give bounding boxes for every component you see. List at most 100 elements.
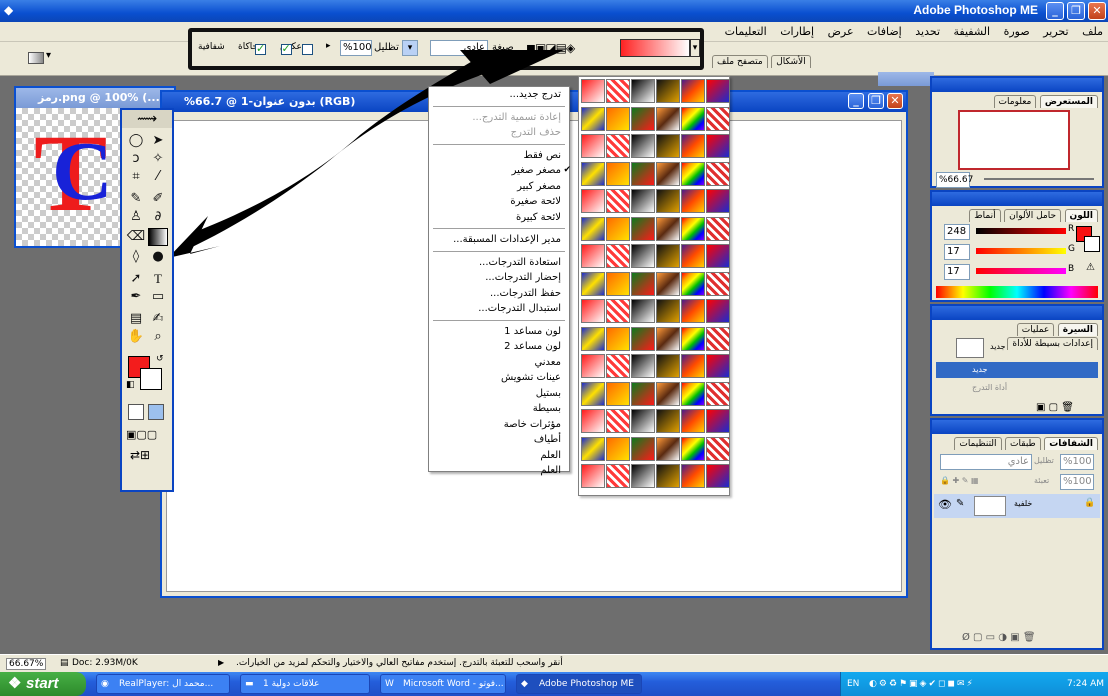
status-zoom[interactable]: 66.67% xyxy=(6,658,47,670)
gradient-swatch[interactable] xyxy=(606,216,630,241)
menu-edit[interactable]: تحرير xyxy=(1038,23,1073,40)
gradient-swatch[interactable] xyxy=(706,299,730,323)
gradient-menu-item[interactable]: بسيطة xyxy=(429,401,569,417)
gradient-swatch[interactable] xyxy=(631,354,655,378)
gradient-swatch[interactable] xyxy=(681,326,705,351)
b-value-input[interactable]: 17 xyxy=(944,264,970,280)
default-colors-icon[interactable]: ◧ xyxy=(126,380,135,390)
gradient-swatch[interactable] xyxy=(706,106,730,131)
gradient-swatch[interactable] xyxy=(606,189,630,213)
gradient-menu-item[interactable]: تدرج جديد... xyxy=(429,87,569,103)
gradient-swatch[interactable] xyxy=(681,354,705,378)
gradient-swatch[interactable] xyxy=(631,79,655,103)
document-title-bar[interactable]: رمز.png @ 100% (... xyxy=(16,88,174,108)
crop-icon[interactable]: ⌗ xyxy=(126,168,146,186)
gradient-swatch[interactable] xyxy=(606,106,630,131)
tab-layers[interactable]: الشفافات xyxy=(1044,437,1098,450)
r-value-input[interactable]: 248 xyxy=(944,224,970,240)
gradient-swatch[interactable] xyxy=(681,189,705,213)
gradient-swatch[interactable] xyxy=(581,161,605,186)
gradient-swatch[interactable] xyxy=(681,106,705,131)
gradient-swatch[interactable] xyxy=(681,299,705,323)
zoom-icon[interactable]: ⌕ xyxy=(148,328,168,346)
gradient-swatch[interactable] xyxy=(631,244,655,268)
gradient-swatch[interactable] xyxy=(706,326,730,351)
history-titlebar[interactable] xyxy=(932,306,1102,320)
gradient-swatch[interactable] xyxy=(656,189,680,213)
gradient-swatch[interactable] xyxy=(681,381,705,406)
eyedropper-icon[interactable]: ✍ xyxy=(148,310,168,328)
gradient-tool-icon[interactable] xyxy=(148,228,168,246)
tab-tool-presets[interactable]: إعدادات بسيطة للأداة xyxy=(1007,337,1098,350)
gradient-swatch[interactable] xyxy=(631,409,655,433)
history-footer-icons[interactable]: ▣ ▢ 🗑 xyxy=(1036,402,1074,413)
gradient-swatch[interactable] xyxy=(706,464,730,488)
path-selection-icon[interactable]: ➚ xyxy=(126,270,146,288)
gradient-menu-item[interactable]: عينات تشويش xyxy=(429,370,569,386)
gradient-swatch[interactable] xyxy=(706,134,730,158)
tab-info[interactable]: معلومات xyxy=(993,95,1037,108)
gradient-swatch[interactable] xyxy=(631,161,655,186)
history-item-gradient[interactable]: أداة التدرج xyxy=(936,380,1098,396)
gradient-swatch[interactable] xyxy=(581,106,605,131)
task-folder[interactable]: ▬ علاقات دولية 1 xyxy=(240,674,370,694)
menu-window[interactable]: إطارات xyxy=(775,23,819,40)
pen-icon[interactable]: ✒ xyxy=(126,288,146,306)
navigator-titlebar[interactable] xyxy=(932,78,1102,92)
screen-mode-icons[interactable]: ▣▢▢ xyxy=(126,428,157,441)
gradient-menu-item[interactable]: بستيل xyxy=(429,386,569,402)
task-realplayer[interactable]: ◉ RealPlayer: محمد ال... xyxy=(96,674,230,694)
healing-icon[interactable]: ✎ xyxy=(126,190,146,208)
snapshot-thumbnail[interactable] xyxy=(956,338,984,358)
gradient-swatch[interactable] xyxy=(606,79,630,103)
gradient-swatch[interactable] xyxy=(606,244,630,268)
gradient-swatch[interactable] xyxy=(631,134,655,158)
gradient-swatch[interactable] xyxy=(681,436,705,461)
navigator-preview[interactable] xyxy=(958,110,1070,170)
gradient-swatch[interactable] xyxy=(606,271,630,296)
blur-icon[interactable]: ◊ xyxy=(126,248,146,266)
gradient-swatch[interactable] xyxy=(681,244,705,268)
gradient-swatch[interactable] xyxy=(631,216,655,241)
menu-file[interactable]: ملف xyxy=(1077,23,1108,40)
gradient-swatch[interactable] xyxy=(681,161,705,186)
gradient-swatch[interactable] xyxy=(706,354,730,378)
gradient-menu-item[interactable]: لائحة صغيرة xyxy=(429,194,569,210)
history-item-new[interactable]: جديد xyxy=(936,362,1098,378)
gradient-swatch[interactable] xyxy=(581,79,605,103)
gradient-swatch[interactable] xyxy=(631,189,655,213)
gradient-swatch[interactable] xyxy=(706,244,730,268)
gradient-swatch[interactable] xyxy=(631,381,655,406)
gradient-swatch[interactable] xyxy=(606,134,630,158)
magic-wand-icon[interactable]: ✧ xyxy=(148,150,168,168)
gradient-menu-item[interactable]: لائحة كبيرة xyxy=(429,210,569,226)
menu-image[interactable]: صورة xyxy=(999,23,1035,40)
language-indicator[interactable]: EN xyxy=(847,672,859,696)
swap-colors-icon[interactable]: ↺ xyxy=(156,354,164,364)
gradient-swatch[interactable] xyxy=(681,216,705,241)
r-slider[interactable] xyxy=(976,228,1066,234)
status-arrow-icon[interactable]: ▶ xyxy=(218,658,224,667)
gradient-swatch[interactable] xyxy=(581,409,605,433)
gradient-menu-item[interactable]: استعادة التدرجات... xyxy=(429,255,569,271)
gradient-menu-item[interactable]: حفظ التدرجات... xyxy=(429,286,569,302)
b-slider[interactable] xyxy=(976,268,1066,274)
gradient-swatch[interactable] xyxy=(706,216,730,241)
color-ramp[interactable] xyxy=(936,286,1098,298)
gradient-menu-item[interactable]: العلم xyxy=(429,463,569,479)
gradient-swatch[interactable] xyxy=(656,161,680,186)
gradient-swatch[interactable] xyxy=(656,326,680,351)
gradient-swatch[interactable] xyxy=(606,161,630,186)
gradient-swatch[interactable] xyxy=(706,271,730,296)
menu-layer[interactable]: الشفيفة xyxy=(949,23,996,40)
menu-help[interactable]: التعليمات xyxy=(720,23,772,40)
restore-button[interactable]: ❐ xyxy=(1067,2,1085,20)
slice-icon[interactable]: ⁄ xyxy=(148,168,168,186)
tab-color[interactable]: اللون xyxy=(1064,209,1098,222)
tab-swatches[interactable]: حامل الألوان xyxy=(1004,209,1062,222)
tool-preset-icon[interactable] xyxy=(28,52,44,64)
gradient-menu-item[interactable]: أطياف xyxy=(429,432,569,448)
gradient-swatch[interactable] xyxy=(656,436,680,461)
gradient-swatch[interactable] xyxy=(681,79,705,103)
start-button[interactable]: ❖ start xyxy=(0,672,86,696)
